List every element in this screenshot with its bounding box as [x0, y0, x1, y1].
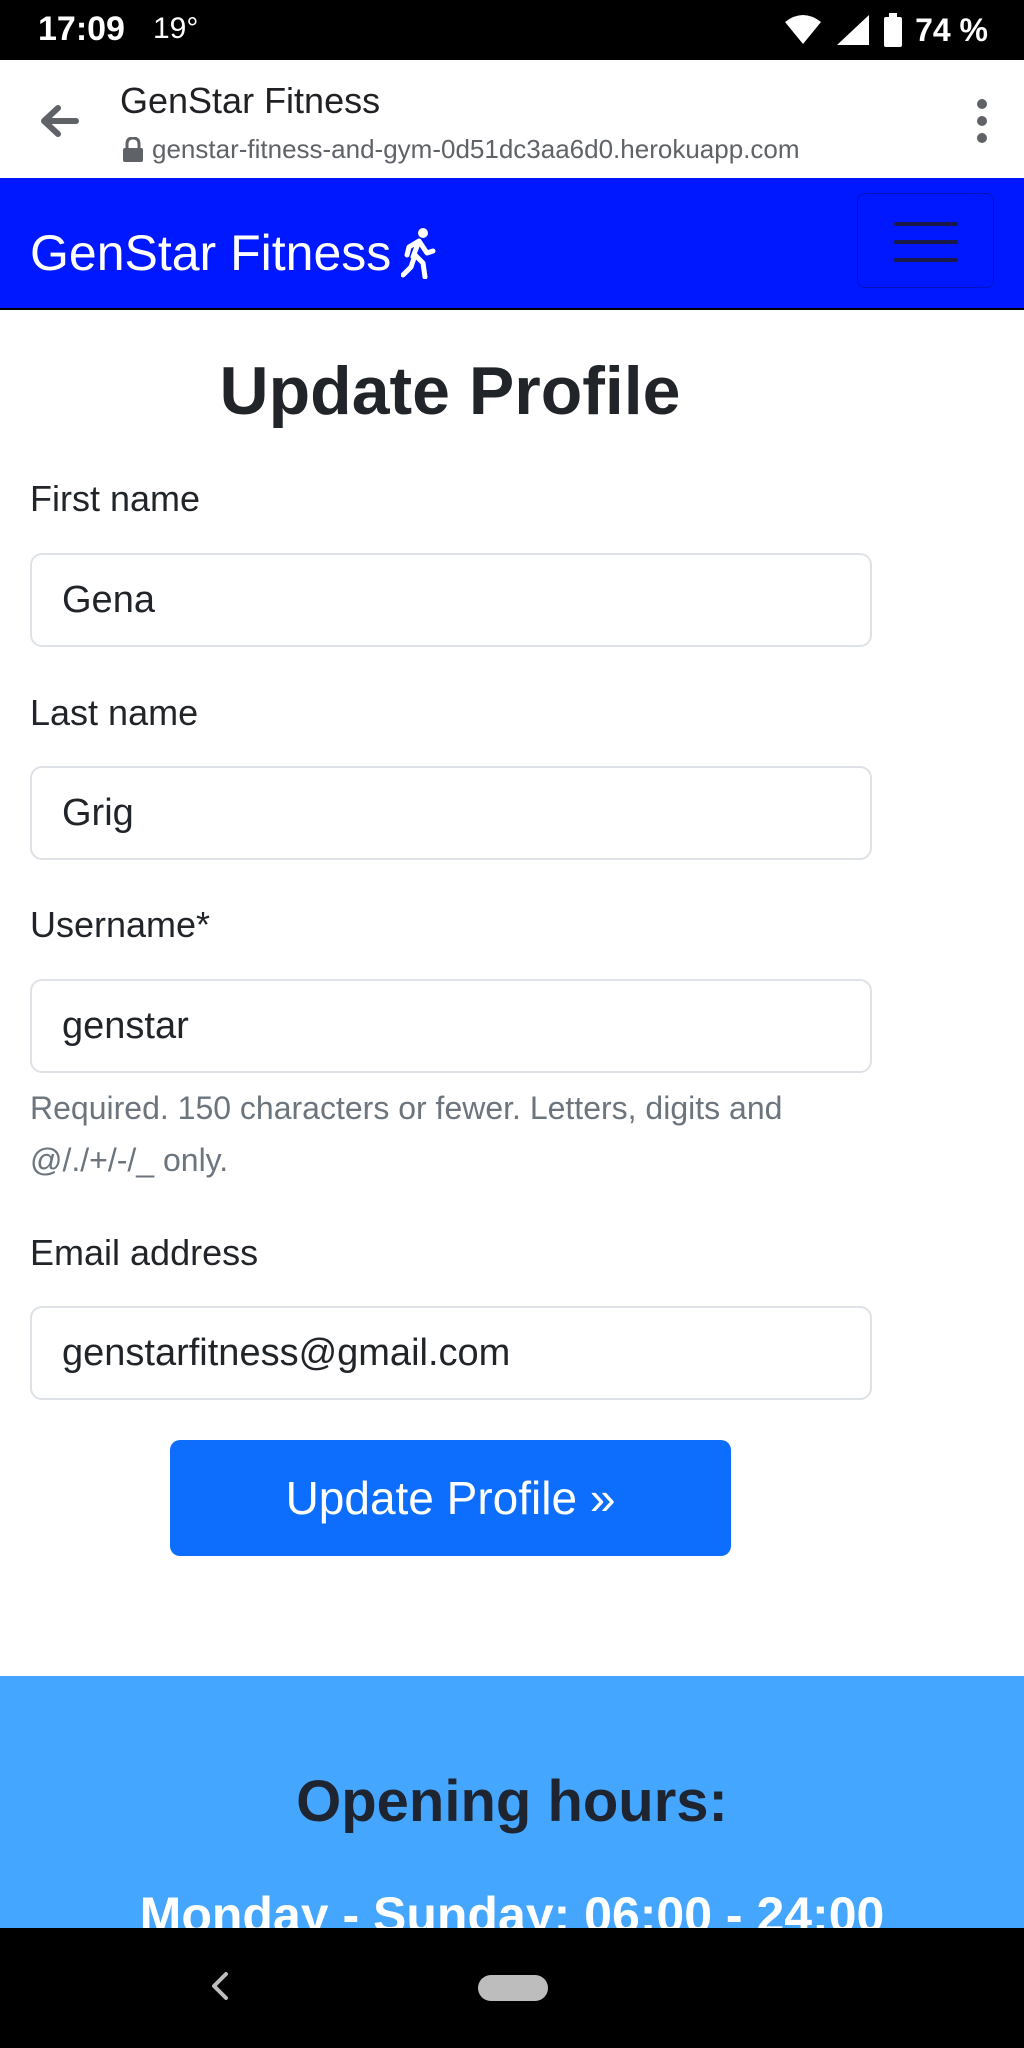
navbar-toggler-button[interactable] [857, 193, 994, 288]
system-back-icon[interactable] [208, 1970, 232, 2002]
username-help-text: Required. 150 characters or fewer. Lette… [30, 1090, 783, 1178]
system-navigation-bar [0, 1928, 1024, 2048]
wifi-icon [785, 15, 822, 44]
email-label: Email address [30, 1232, 259, 1273]
brand-link[interactable]: GenStar Fitness [30, 224, 437, 282]
last-name-label: Last name [30, 692, 199, 733]
walking-icon [401, 228, 436, 279]
update-profile-button[interactable]: Update Profile » [170, 1440, 731, 1556]
browser-url-bar[interactable]: genstar-fitness-and-gym-0d51dc3aa6d0.her… [122, 134, 800, 165]
hamburger-icon [894, 222, 958, 226]
first-name-label: First name [30, 478, 201, 519]
username-field[interactable] [30, 979, 872, 1073]
opening-hours-title: Opening hours: [296, 1769, 728, 1834]
page-title: Update Profile [219, 353, 681, 429]
hamburger-icon-bar [894, 258, 958, 262]
browser-url: genstar-fitness-and-gym-0d51dc3aa6d0.her… [152, 134, 800, 164]
battery-icon [884, 13, 903, 47]
system-home-pill[interactable] [478, 1975, 548, 2001]
email-field[interactable] [30, 1306, 872, 1400]
status-time: 17:09 [38, 10, 125, 48]
opening-hours-footer: Opening hours: Monday - Sunday: 06:00 - … [0, 1676, 1024, 1928]
first-name-field[interactable] [30, 553, 872, 647]
brand-name: GenStar Fitness [30, 225, 392, 281]
more-vert-icon[interactable] [970, 96, 994, 146]
browser-page-title: GenStar Fitness [120, 80, 381, 121]
battery-percent: 74 % [915, 11, 988, 48]
status-bar: 17:09 19° 74 % [0, 0, 1024, 60]
status-indicators: 74 % [783, 10, 988, 50]
hamburger-icon-bar [894, 240, 958, 244]
signal-icon [837, 15, 870, 45]
back-arrow-icon[interactable] [36, 98, 82, 144]
status-temperature: 19° [153, 12, 199, 45]
opening-hours-text: Monday - Sunday: 06:00 - 24:00 [139, 1887, 885, 1928]
last-name-field[interactable] [30, 766, 872, 860]
browser-toolbar: GenStar Fitness genstar-fitness-and-gym-… [0, 60, 1024, 179]
username-label: Username* [30, 904, 211, 945]
lock-icon [123, 136, 143, 162]
site-navbar: GenStar Fitness [0, 178, 1024, 310]
